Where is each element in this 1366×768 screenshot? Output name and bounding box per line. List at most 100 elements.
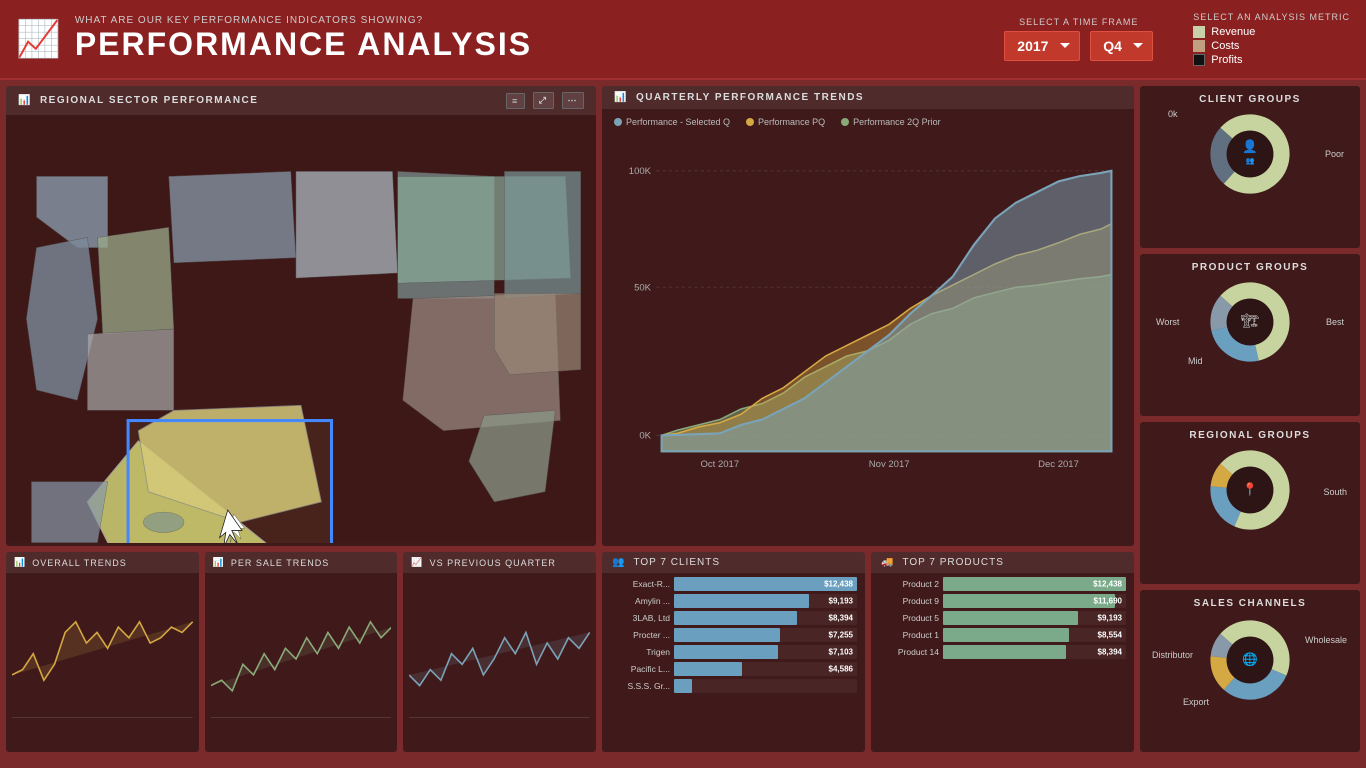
- client-bar-5: $7,103: [674, 645, 857, 659]
- client-fill-3: [674, 611, 797, 625]
- clients-icon: 👥: [612, 557, 625, 568]
- svg-text:Oct 2017: Oct 2017: [701, 459, 740, 470]
- client-label-2: Amylin ...: [610, 596, 670, 606]
- client-label-3: 3LAB, Ltd: [610, 613, 670, 623]
- client-row-7: S.S.S. Gr...: [610, 679, 857, 693]
- product-row-5: Product 14 $8,394: [879, 645, 1126, 659]
- overall-trends-panel: 📊 OVERALL TRENDS: [6, 552, 199, 752]
- product-groups-label-mid: Mid: [1188, 356, 1203, 366]
- metric-revenue[interactable]: Revenue: [1193, 26, 1255, 38]
- page-title: PERFORMANCE ANALYSIS: [75, 26, 532, 63]
- per-sale-chart-svg: [211, 579, 392, 739]
- product-groups-donut-container: Worst 🏗 Best Mid: [1148, 279, 1352, 364]
- regional-groups-section: REGIONAL GROUPS 📍 South: [1140, 422, 1360, 584]
- metric-profits[interactable]: Profits: [1193, 54, 1255, 66]
- product-row-4: Product 1 $8,554: [879, 628, 1126, 642]
- product-bar-2: $11,690: [943, 594, 1126, 608]
- regional-groups-title: REGIONAL GROUPS: [1148, 430, 1352, 441]
- client-row-6: Pacific L... $4,586: [610, 662, 857, 676]
- product-label-2: Product 9: [879, 596, 939, 606]
- costs-label: Costs: [1211, 40, 1239, 52]
- trends-chart: 100K 50K 0K Oct 2017 Nov 2017 Dec 2017: [614, 133, 1122, 505]
- product-row-1: Product 2 $12,438: [879, 577, 1126, 591]
- client-groups-label-right: Poor: [1325, 149, 1344, 159]
- header-icon: 📈: [16, 18, 61, 60]
- product-value-2: $11,690: [1094, 597, 1122, 606]
- profits-box: [1193, 54, 1205, 66]
- client-bar-2: $9,193: [674, 594, 857, 608]
- svg-text:👤: 👤: [1242, 138, 1258, 153]
- vs-title: VS PREVIOUS QUARTER: [430, 558, 556, 568]
- product-bar-5: $8,394: [943, 645, 1126, 659]
- client-row-4: Procter ... $7,255: [610, 628, 857, 642]
- client-groups-label-top: 0k: [1168, 109, 1178, 119]
- main-layout: 📊 REGIONAL SECTOR PERFORMANCE ≡ ⤢ ⋯: [0, 80, 1366, 768]
- sales-channels-donut-container: Distributor 🌐 Wholesale Export: [1148, 615, 1352, 705]
- quarter-select[interactable]: Q4 Q3 Q2 Q1: [1090, 31, 1153, 61]
- product-row-2: Product 9 $11,690: [879, 594, 1126, 608]
- legend-2q-prior: Performance 2Q Prior: [841, 117, 941, 127]
- client-groups-donut: 👤 👥: [1205, 109, 1295, 199]
- client-bar-6: $4,586: [674, 662, 857, 676]
- metric-costs[interactable]: Costs: [1193, 40, 1255, 52]
- svg-text:50K: 50K: [634, 282, 652, 293]
- header: 📈 WHAT ARE OUR KEY PERFORMANCE INDICATOR…: [0, 0, 1366, 80]
- products-title: TOP 7 PRODUCTS: [902, 557, 1003, 568]
- vs-previous-header: 📈 VS PREVIOUS QUARTER: [403, 552, 596, 573]
- year-select[interactable]: 2017 2016 2015: [1004, 31, 1080, 61]
- trends-panel: 📊 QUARTERLY PERFORMANCE TRENDS Performan…: [602, 86, 1134, 546]
- product-row-3: Product 5 $9,193: [879, 611, 1126, 625]
- sales-channels-title: SALES CHANNELS: [1148, 598, 1352, 609]
- header-title-block: WHAT ARE OUR KEY PERFORMANCE INDICATORS …: [75, 15, 532, 63]
- map-container[interactable]: [6, 115, 596, 543]
- legend-dot-pq: [746, 118, 754, 126]
- vs-previous-chart: [403, 573, 596, 745]
- us-map: [6, 115, 596, 543]
- svg-text:0K: 0K: [639, 431, 651, 442]
- costs-box: [1193, 40, 1205, 52]
- clients-title: TOP 7 CLIENTS: [633, 557, 720, 568]
- product-value-3: $9,193: [1098, 614, 1122, 623]
- header-subtitle: WHAT ARE OUR KEY PERFORMANCE INDICATORS …: [75, 15, 532, 26]
- map-expand-btn[interactable]: ⤢: [533, 92, 554, 109]
- client-fill-7: [674, 679, 692, 693]
- sales-channels-label-wholesale: Wholesale: [1305, 635, 1347, 645]
- product-groups-donut: 🏗: [1205, 277, 1295, 367]
- client-groups-section: CLIENT GROUPS 0k 👤 👥 Poor: [1140, 86, 1360, 248]
- client-value-6: $4,586: [829, 665, 853, 674]
- client-bar-4: $7,255: [674, 628, 857, 642]
- map-menu-btn[interactable]: ≡: [506, 93, 525, 109]
- product-fill-5: [943, 645, 1066, 659]
- client-label-5: Trigen: [610, 647, 670, 657]
- client-bar-7: [674, 679, 857, 693]
- products-header: 🚚 TOP 7 PRODUCTS: [871, 552, 1134, 573]
- products-icon: 🚚: [881, 557, 894, 568]
- client-label-6: Pacific L...: [610, 664, 670, 674]
- product-groups-label-best: Best: [1326, 317, 1344, 327]
- legend-pq: Performance PQ: [746, 117, 825, 127]
- overall-trends-header: 📊 OVERALL TRENDS: [6, 552, 199, 573]
- svg-text:👥: 👥: [1246, 156, 1255, 165]
- legend-dot-selected: [614, 118, 622, 126]
- map-panel-header: 📊 REGIONAL SECTOR PERFORMANCE ≡ ⤢ ⋯: [6, 86, 596, 115]
- client-row-3: 3LAB, Ltd $8,394: [610, 611, 857, 625]
- svg-text:Dec 2017: Dec 2017: [1038, 459, 1079, 470]
- bottom-middle: 👥 TOP 7 CLIENTS Exact-R... $12,438 Amyli…: [602, 552, 1134, 752]
- trends-content: Performance - Selected Q Performance PQ …: [602, 109, 1134, 537]
- product-value-4: $8,554: [1098, 631, 1122, 640]
- map-title: REGIONAL SECTOR PERFORMANCE: [40, 95, 258, 106]
- sales-channels-label-export: Export: [1183, 697, 1209, 707]
- legend-dot-2q: [841, 118, 849, 126]
- overall-title: OVERALL TRENDS: [32, 558, 127, 568]
- per-sale-header: 📊 PER SALE TRENDS: [205, 552, 398, 573]
- overall-icon: 📊: [14, 557, 26, 568]
- sales-channels-donut: 🌐: [1205, 615, 1295, 705]
- right-panel: CLIENT GROUPS 0k 👤 👥 Poor PRODUCT GROUPS…: [1140, 86, 1360, 752]
- product-groups-title: PRODUCT GROUPS: [1148, 262, 1352, 273]
- map-more-btn[interactable]: ⋯: [562, 92, 585, 109]
- product-bar-4: $8,554: [943, 628, 1126, 642]
- svg-text:📍: 📍: [1242, 481, 1258, 496]
- client-fill-5: [674, 645, 778, 659]
- product-fill-3: [943, 611, 1078, 625]
- revenue-label: Revenue: [1211, 26, 1255, 38]
